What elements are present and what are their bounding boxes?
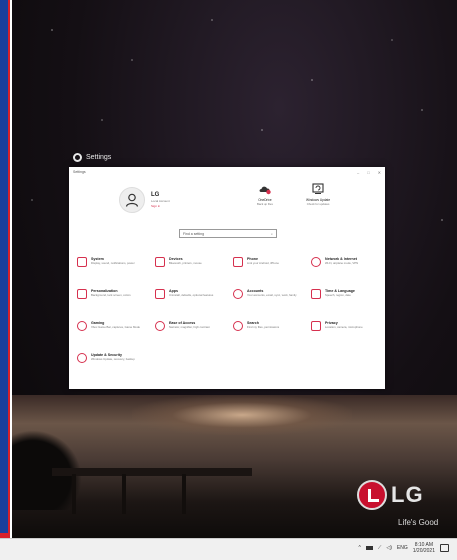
taskbar: ^ ⟋ ◁) ENG 8:10 AM 1/20/2021: [0, 538, 457, 560]
window-title: Settings: [73, 170, 86, 174]
network-icon: [311, 257, 321, 267]
battery-icon[interactable]: [365, 546, 373, 550]
gear-icon: [73, 153, 82, 162]
apps-icon: [155, 289, 165, 299]
settings-caption-label: Settings: [86, 154, 112, 161]
privacy-icon: [311, 321, 321, 331]
update-security-icon: [77, 353, 87, 363]
lg-logo-icon: [357, 480, 387, 510]
category-devices[interactable]: Devices Bluetooth, printers, mouse: [155, 257, 227, 283]
category-desc: Link your Android, iPhone: [247, 260, 279, 265]
left-sidebar-strip: [0, 0, 10, 538]
volume-icon[interactable]: ◁): [386, 545, 392, 551]
pier-leg: [122, 474, 126, 514]
category-system[interactable]: System Display, sound, notifications, pow…: [77, 257, 149, 283]
category-desc: Display, sound, notifications, power: [91, 260, 135, 265]
category-desc: Find my files, permissions: [247, 324, 280, 329]
wallpaper-pier: [52, 468, 252, 476]
category-apps[interactable]: Apps Uninstall, defaults, optional featur…: [155, 289, 227, 315]
sign-in-link[interactable]: Sign in: [151, 204, 170, 208]
clock[interactable]: 8:10 AM 1/20/2021: [413, 542, 435, 554]
onedrive-icon: [259, 186, 271, 195]
network-tray-icon[interactable]: ⟋: [378, 545, 382, 551]
system-icon: [77, 257, 87, 267]
category-desc: Bluetooth, printers, mouse: [169, 260, 202, 265]
notification-icon[interactable]: [440, 544, 449, 552]
category-search[interactable]: Search Find my files, permissions: [233, 321, 305, 347]
lg-tagline: Life's Good: [398, 518, 439, 527]
search-placeholder: Find a setting: [183, 231, 205, 236]
category-desc: Narrator, magnifier, high contrast: [169, 324, 210, 329]
category-privacy[interactable]: Privacy Location, camera, microphone: [311, 321, 383, 347]
category-personalization[interactable]: Personalization Background, lock screen, …: [77, 289, 149, 315]
pier-leg: [182, 474, 186, 514]
category-desc: Windows Update, recovery, backup: [91, 356, 135, 361]
category-desc: Your accounts, email, sync, work, family: [247, 292, 297, 297]
user-icon: [125, 193, 139, 207]
category-desc: Wi-Fi, airplane mode, VPN: [325, 260, 359, 265]
category-desc: Location, camera, microphone: [325, 324, 363, 329]
phone-icon: [233, 257, 243, 267]
category-ease-of-access[interactable]: Ease of Access Narrator, magnifier, high …: [155, 321, 227, 347]
account-profile[interactable]: LG Local Account Sign in: [119, 187, 170, 213]
windows-update-icon: [312, 183, 324, 194]
category-desc: Uninstall, defaults, optional features: [169, 292, 214, 297]
search-input[interactable]: Find a setting ⌕: [179, 229, 277, 238]
search-icon[interactable]: ⌕: [271, 232, 273, 236]
ease-of-access-icon: [155, 321, 165, 331]
clock-date: 1/20/2021: [412, 548, 435, 554]
personalization-icon: [77, 289, 87, 299]
gaming-icon: [77, 321, 87, 331]
windows-update-status[interactable]: Windows Update Check for updates: [306, 183, 330, 206]
category-network[interactable]: Network & Internet Wi-Fi, airplane mode, …: [311, 257, 383, 283]
show-hidden-icons-icon[interactable]: ^: [359, 545, 361, 551]
language-indicator[interactable]: ENG: [397, 545, 408, 551]
minimize-button[interactable]: –: [357, 170, 359, 175]
lg-brand-text: LG: [391, 482, 424, 507]
category-desc: Xbox Game Bar, captures, Game Mode: [91, 324, 140, 329]
category-desc: Background, lock screen, colors: [91, 292, 131, 297]
lg-logo: LG: [357, 480, 424, 510]
close-button[interactable]: ✕: [378, 170, 381, 175]
category-gaming[interactable]: Gaming Xbox Game Bar, captures, Game Mode: [77, 321, 149, 347]
system-tray: ^ ⟋ ◁) ENG 8:10 AM 1/20/2021: [359, 542, 449, 554]
category-desc: Speech, region, date: [325, 292, 351, 297]
settings-caption: Settings: [73, 153, 111, 162]
category-time-language[interactable]: Time & Language Speech, region, date: [311, 289, 383, 315]
pier-leg: [72, 474, 76, 514]
category-update-security[interactable]: Update & Security Windows Update, recover…: [77, 353, 149, 379]
profile-account-type: Local Account: [151, 199, 170, 203]
onedrive-subtitle: Back up files: [257, 202, 273, 206]
accounts-icon: [233, 289, 243, 299]
onedrive-status[interactable]: OneDrive Back up files: [257, 183, 273, 206]
category-phone[interactable]: Phone Link your Android, iPhone: [233, 257, 305, 283]
wallpaper-horizon-glow: [132, 395, 352, 435]
window-titlebar[interactable]: Settings – □ ✕: [69, 167, 385, 177]
profile-name: LG: [151, 192, 160, 198]
search-icon: [233, 321, 243, 331]
devices-icon: [155, 257, 165, 267]
windows-update-subtitle: Check for updates: [306, 202, 330, 206]
maximize-button[interactable]: □: [367, 170, 369, 175]
category-accounts[interactable]: Accounts Your accounts, email, sync, work…: [233, 289, 305, 315]
avatar[interactable]: [119, 187, 145, 213]
time-language-icon: [311, 289, 321, 299]
settings-window[interactable]: Settings – □ ✕ LG Local Account Sign in …: [69, 167, 385, 389]
